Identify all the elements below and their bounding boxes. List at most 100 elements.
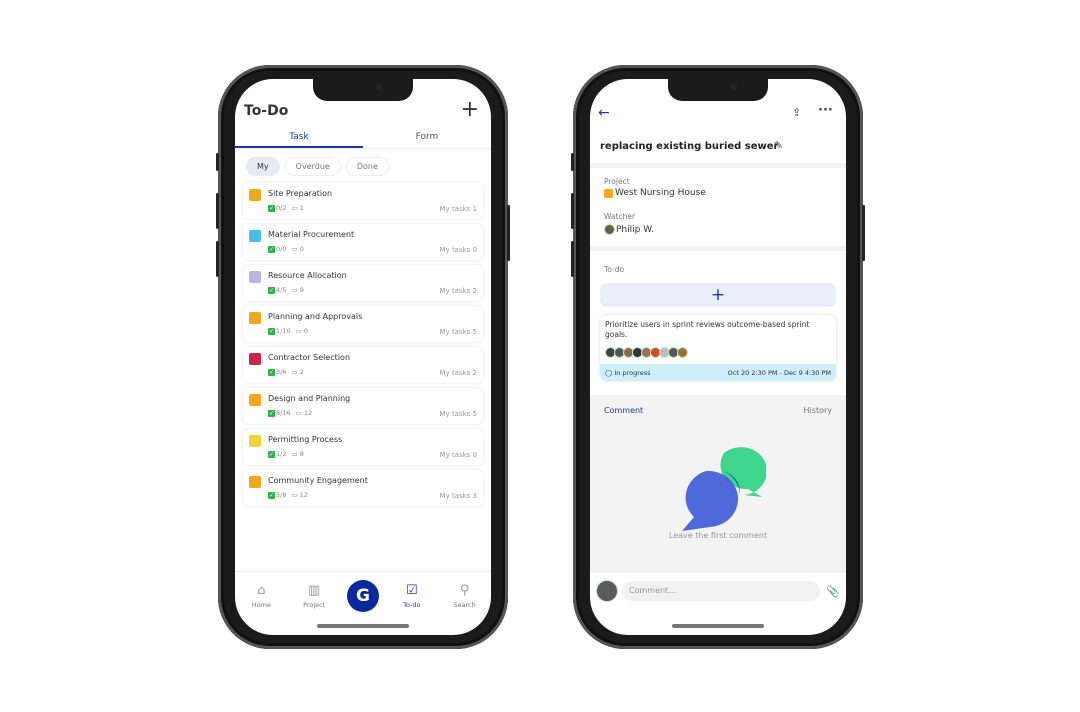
- home-icon: ⌂: [257, 582, 266, 598]
- project-icon: [249, 435, 261, 447]
- project-icon: [604, 188, 613, 198]
- checklist-count: ✓ 0/2: [268, 204, 287, 212]
- filter-overdue[interactable]: Overdue: [284, 157, 341, 176]
- task-name: Site Preparation: [268, 189, 333, 198]
- project-icon: ▥: [308, 582, 321, 598]
- tabs: Task Form: [235, 129, 491, 149]
- filter-my[interactable]: My: [246, 157, 280, 176]
- date-range: Oct 20 2:30 PM - Dec 9 4:30 PM: [727, 368, 831, 377]
- check-icon: ✓: [268, 369, 275, 376]
- tab-form[interactable]: Form: [363, 129, 491, 148]
- empty-comment-text: Leave the first comment: [668, 531, 768, 540]
- task-detail-screen: ← ⇪ ··· replacing existing buried sewer …: [590, 79, 846, 635]
- comment-icon: ▭: [295, 327, 302, 335]
- task-card[interactable]: Design and Planning ✓ 8/16 ▭ 12 My tasks 5: [243, 388, 483, 424]
- task-list: Site Preparation ✓ 0/2 ▭ 1 My tasks 1 Mate…: [243, 183, 483, 511]
- check-icon: ✓: [268, 410, 275, 417]
- tab-history[interactable]: History: [804, 406, 832, 415]
- task-card[interactable]: Material Procurement ✓ 0/0 ▭ 0 My tasks 0: [243, 224, 483, 260]
- watcher-label: Watcher: [604, 212, 636, 221]
- task-card[interactable]: Planning and Approvals ✓ 1/10 ▭ 0 My tasks…: [243, 306, 483, 342]
- bottom-nav: ⌂ Home ▥ Project G ☑ To-do ⚲ Search: [235, 571, 491, 619]
- back-arrow-icon[interactable]: ←: [598, 105, 610, 121]
- checklist-count: ✓ 1/10: [268, 327, 291, 335]
- check-icon: ✓: [268, 287, 275, 294]
- clipboard-check-icon: ☑: [405, 582, 418, 598]
- task-card[interactable]: Site Preparation ✓ 0/2 ▭ 1 My tasks 1: [243, 183, 483, 219]
- check-icon: ✓: [268, 205, 275, 212]
- project-icon: [249, 189, 261, 201]
- nav-home[interactable]: ⌂ Home: [241, 583, 281, 609]
- filter-chips: My Overdue Done: [246, 157, 389, 176]
- share-icon[interactable]: ⇪: [792, 106, 801, 119]
- task-name: Design and Planning: [268, 394, 351, 403]
- checklist-count: ✓ 5/8: [268, 491, 287, 499]
- todo-card[interactable]: Prioritize users in sprint reviews outco…: [600, 315, 836, 381]
- watcher-value[interactable]: Philip W.: [604, 224, 654, 235]
- task-name: Planning and Approvals: [268, 312, 363, 321]
- comment-count: ▭ 12: [291, 491, 308, 499]
- add-todo-button[interactable]: +: [600, 283, 836, 307]
- my-tasks-count: My tasks 5: [439, 328, 477, 336]
- task-card[interactable]: Resource Allocation ✓ 4/5 ▭ 9 My tasks 2: [243, 265, 483, 301]
- task-card[interactable]: Permitting Process ✓ 1/2 ▭ 8 My tasks 0: [243, 429, 483, 465]
- more-icon[interactable]: ···: [818, 103, 833, 118]
- todo-title: Prioritize users in sprint reviews outco…: [605, 320, 810, 339]
- my-tasks-count: My tasks 5: [439, 410, 477, 418]
- comment-count: ▭ 0: [295, 327, 308, 335]
- status-badge: ◯ In progress: [605, 368, 651, 377]
- project-icon: [249, 476, 261, 488]
- user-avatar: [596, 580, 618, 602]
- check-icon: ✓: [268, 328, 275, 335]
- search-icon: ⚲: [459, 582, 470, 598]
- my-tasks-count: My tasks 2: [439, 369, 477, 377]
- nav-search[interactable]: ⚲ Search: [445, 583, 485, 609]
- project-icon: [249, 312, 261, 324]
- attachment-icon[interactable]: 📎: [826, 585, 840, 598]
- tab-task[interactable]: Task: [235, 129, 363, 148]
- avatar: [604, 224, 615, 235]
- checklist-count: ✓ 1/2: [268, 450, 287, 458]
- comment-icon: ▭: [291, 368, 298, 376]
- check-icon: ✓: [268, 451, 275, 458]
- comment-input[interactable]: Comment...: [622, 581, 821, 601]
- comment-icon: ▭: [291, 491, 298, 499]
- task-title: replacing existing buried sewer: [600, 141, 779, 152]
- checklist-count: ✓ 0/0: [268, 245, 287, 253]
- tab-comment[interactable]: Comment: [604, 406, 643, 415]
- my-tasks-count: My tasks 2: [439, 287, 477, 295]
- todo-screen: To-Do + Task Form My Overdue Done Site P…: [235, 79, 491, 635]
- project-icon: [249, 271, 261, 283]
- task-name: Resource Allocation: [268, 271, 347, 280]
- task-card[interactable]: Contractor Selection ✓ 3/6 ▭ 2 My tasks 2: [243, 347, 483, 383]
- checklist-count: ✓ 8/16: [268, 409, 291, 417]
- plus-icon[interactable]: +: [461, 97, 479, 122]
- nav-project[interactable]: ▥ Project: [294, 583, 334, 609]
- nav-todo[interactable]: ☑ To-do: [392, 583, 432, 609]
- chat-bubbles-icon: [682, 447, 766, 531]
- comment-count: ▭ 8: [291, 450, 304, 458]
- edit-icon[interactable]: ✎: [774, 139, 783, 152]
- center-g-button[interactable]: G: [346, 579, 379, 612]
- task-name: Material Procurement: [268, 230, 355, 239]
- task-card[interactable]: Community Engagement ✓ 5/8 ▭ 12 My tasks 3: [243, 470, 483, 506]
- assignee-avatar: [677, 347, 688, 358]
- my-tasks-count: My tasks 0: [439, 246, 477, 254]
- task-name: Community Engagement: [268, 476, 368, 485]
- comment-count: ▭ 1: [291, 204, 304, 212]
- comment-bar: Comment... 📎: [590, 573, 846, 609]
- comment-icon: ▭: [291, 450, 298, 458]
- comment-icon: ▭: [291, 245, 298, 253]
- check-icon: ✓: [268, 492, 275, 499]
- comment-icon: ▭: [295, 409, 302, 417]
- my-tasks-count: My tasks 0: [439, 451, 477, 459]
- my-tasks-count: My tasks 3: [439, 492, 477, 500]
- comment-count: ▭ 0: [291, 245, 304, 253]
- project-value[interactable]: West Nursing House: [604, 188, 706, 198]
- project-icon: [249, 230, 261, 242]
- task-name: Contractor Selection: [268, 353, 351, 362]
- project-label: Project: [604, 177, 630, 186]
- checklist-count: ✓ 3/6: [268, 368, 287, 376]
- filter-done[interactable]: Done: [345, 157, 389, 176]
- right-phone: ← ⇪ ··· replacing existing buried sewer …: [571, 65, 865, 649]
